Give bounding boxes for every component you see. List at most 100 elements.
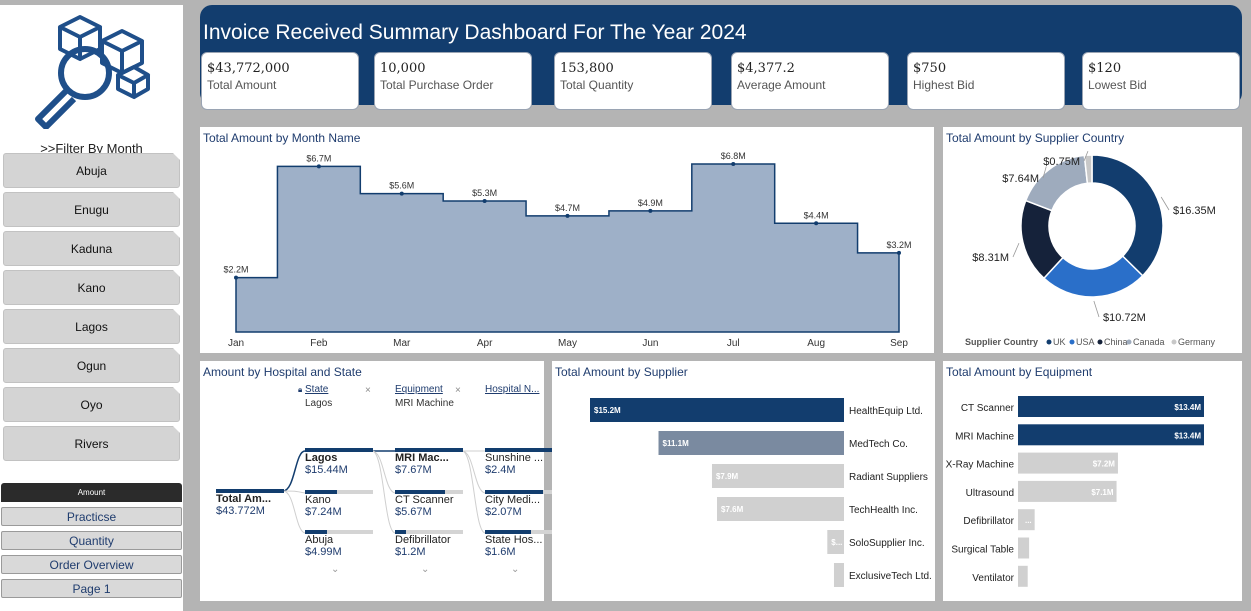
node-bar-fill [395, 448, 463, 452]
state-node[interactable]: Kano $7.24M [305, 490, 373, 518]
state-node[interactable]: Abuja $4.99M [305, 530, 373, 558]
node-value: $7.67M [395, 464, 432, 476]
month-data-point [731, 161, 736, 166]
filter-button-lagos[interactable]: Lagos [3, 309, 180, 344]
month-data-label: $4.9M [638, 198, 663, 208]
node-bar-fill [485, 530, 531, 534]
filter-button-kaduna[interactable]: Kaduna [3, 231, 180, 266]
chevron-down-icon[interactable]: ⌄ [421, 564, 429, 575]
filter-button-ogun[interactable]: Ogun [3, 348, 180, 383]
chevron-down-icon[interactable]: ⌄ [511, 564, 519, 575]
node-bar [395, 490, 463, 494]
equipment-node[interactable]: MRI Mac... $7.67M [395, 448, 463, 476]
legend-swatch [1126, 339, 1132, 345]
filter-button-enugu[interactable]: Enugu [3, 192, 180, 227]
nav-button-practicse[interactable]: Practicse [1, 507, 182, 526]
node-value: $2.4M [485, 464, 516, 476]
legend-title: Supplier Country [965, 337, 1038, 347]
legend-entry: China [1104, 337, 1128, 347]
month-data-point [399, 191, 404, 196]
month-tick-label: Feb [310, 338, 328, 349]
month-data-point [234, 275, 238, 280]
node-name: CT Scanner [395, 494, 454, 506]
kpi-label: Average Amount [737, 78, 826, 92]
equipment-category-label: Ultrasound [966, 488, 1014, 499]
kpi-card-lowest-bid: $120 Lowest Bid [1082, 52, 1240, 110]
node-bar-fill [305, 530, 327, 534]
month-tick-label: Aug [807, 338, 825, 349]
equipment-chart-panel: Total Amount by Equipment $13.4M CT Scann… [943, 361, 1242, 601]
node-bar-fill [485, 448, 553, 452]
equipment-category-label: CT Scanner [961, 403, 1015, 414]
equipment-node[interactable]: Defibrillator $1.2M [395, 530, 463, 558]
hospital-node[interactable]: Sunshine ... $2.4M [485, 448, 553, 476]
month-data-label: $2.2M [223, 265, 248, 275]
nav-button-order-overview[interactable]: Order Overview [1, 555, 182, 574]
kpi-card-highest-bid: $750 Highest Bid [907, 52, 1065, 110]
node-bar [395, 448, 463, 452]
equipment-bar [1018, 537, 1030, 559]
month-tick-label: Jan [228, 338, 244, 349]
node-value: $7.24M [305, 506, 342, 518]
nav-button-quantity[interactable]: Quantity [1, 531, 182, 550]
legend-swatch [1171, 339, 1177, 345]
supplier-bar [590, 398, 844, 422]
node-bar-fill [395, 530, 406, 534]
legend-entry: Germany [1178, 337, 1216, 347]
month-area-series [235, 163, 900, 333]
node-bar [305, 530, 373, 534]
equipment-category-label: Surgical Table [951, 545, 1014, 556]
hospital-node[interactable]: State Hos... $1.6M [485, 530, 553, 558]
filter-button-rivers[interactable]: Rivers [3, 426, 180, 461]
kpi-value: $4,377.2 [737, 61, 795, 76]
search-boxes-icon [35, 15, 150, 129]
month-data-label: $4.4M [804, 210, 829, 220]
node-value: $1.2M [395, 546, 426, 558]
kpi-label: Total Quantity [560, 78, 634, 92]
kpi-value: 10,000 [380, 61, 426, 76]
supplier-data-label: $... [831, 538, 842, 547]
donut-slice-uk [1091, 154, 1164, 277]
kpi-label: Total Amount [207, 78, 277, 92]
state-node[interactable]: Lagos $15.44M [305, 448, 373, 476]
month-area-chart: $2.2M Jan $6.7M Feb $5.6M Mar $5.3M Apr $4.7M May… [223, 151, 911, 349]
filter-button-abuja[interactable]: Abuja [3, 153, 180, 188]
node-value: $4.99M [305, 546, 342, 558]
month-data-label: $6.8M [721, 151, 746, 161]
kpi-label: Total Purchase Order [380, 78, 494, 92]
equipment-node[interactable]: CT Scanner $5.67M [395, 490, 463, 518]
kpi-value: $750 [913, 61, 947, 76]
kpi-value: $43,772,000 [207, 61, 290, 76]
node-name: Abuja [305, 534, 334, 546]
chevron-down-icon[interactable]: ⌄ [331, 564, 339, 575]
filter-button-kano[interactable]: Kano [3, 270, 180, 305]
equipment-category-label: Ventilator [972, 573, 1014, 584]
donut-leader-line [1012, 242, 1020, 258]
supplier-data-label: $15.2M [594, 406, 621, 415]
node-bar [485, 448, 553, 452]
equipment-data-label: $13.4M [1174, 403, 1201, 412]
node-name: Defibrillator [395, 534, 451, 546]
decomp-root-node[interactable]: Total Am... $43.772M [216, 489, 284, 517]
node-value: $2.07M [485, 506, 522, 518]
month-tick-label: Sep [890, 338, 908, 349]
legend-swatch [1069, 339, 1075, 345]
sidebar: >>Filter By Month Abuja Enugu Kaduna Kan… [0, 5, 183, 611]
amount-button[interactable]: Amount [1, 483, 182, 502]
node-value: $15.44M [305, 464, 348, 476]
country-chart-panel: Total Amount by Supplier Country $16.35M… [943, 127, 1242, 353]
donut-data-label: $7.64M [1002, 173, 1039, 185]
hospital-state-panel: Amount by Hospital and State State 🔒︎ × … [200, 361, 553, 601]
node-bar [216, 489, 284, 493]
node-name: MRI Mac... [395, 452, 449, 464]
legend-entry: USA [1076, 337, 1095, 347]
month-data-point [482, 199, 487, 204]
filter-button-oyo[interactable]: Oyo [3, 387, 180, 422]
donut-data-label: $8.31M [972, 252, 1009, 264]
legend-entry: UK [1053, 337, 1066, 347]
hospital-node[interactable]: City Medi... $2.07M [485, 490, 553, 518]
supplier-category-label: MedTech Co. [849, 439, 908, 450]
nav-button-page-1[interactable]: Page 1 [1, 579, 182, 598]
node-name: Total Am... [216, 493, 271, 505]
month-tick-label: Apr [477, 338, 493, 349]
